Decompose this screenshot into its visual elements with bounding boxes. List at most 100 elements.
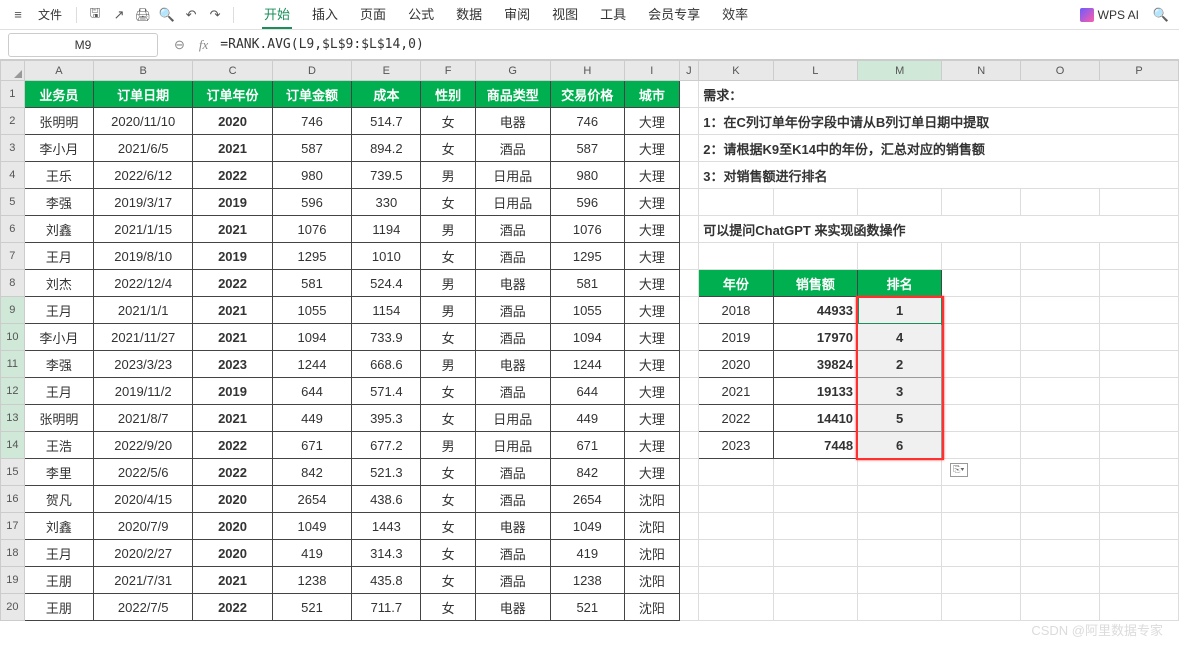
cell-D9[interactable]: 1055 [272,297,351,324]
col-header-G[interactable]: G [475,61,550,81]
cell-A17[interactable]: 刘鑫 [24,513,93,540]
cell-E8[interactable]: 524.4 [352,270,421,297]
cell-E14[interactable]: 677.2 [352,432,421,459]
cell-A14[interactable]: 王浩 [24,432,93,459]
cell-L7[interactable] [773,243,857,270]
cell-C9[interactable]: 2021 [193,297,272,324]
cell-K10[interactable]: 2019 [699,324,773,351]
cell-I18[interactable]: 沈阳 [625,540,679,567]
cell-I1[interactable]: 城市 [625,81,679,108]
cell-G8[interactable]: 电器 [475,270,550,297]
cell-F3[interactable]: 女 [421,135,475,162]
cell-E20[interactable]: 711.7 [352,594,421,621]
cell-F4[interactable]: 男 [421,162,475,189]
row-header-19[interactable]: 19 [1,567,25,594]
cell-J8[interactable] [679,270,699,297]
cell-B14[interactable]: 2022/9/20 [94,432,193,459]
cell-I15[interactable]: 大理 [625,459,679,486]
cell-I19[interactable]: 沈阳 [625,567,679,594]
cell-D10[interactable]: 1094 [272,324,351,351]
cell-F19[interactable]: 女 [421,567,475,594]
cell-E18[interactable]: 314.3 [352,540,421,567]
cell-L15[interactable] [773,459,857,486]
cell-K12[interactable]: 2021 [699,378,773,405]
cell-H20[interactable]: 521 [550,594,625,621]
tab-page[interactable]: 页面 [358,0,388,29]
cell-N10[interactable] [942,324,1021,351]
cell-K5[interactable] [699,189,773,216]
cell-K17[interactable] [699,513,773,540]
cell-K11[interactable]: 2020 [699,351,773,378]
row-header-1[interactable]: 1 [1,81,25,108]
cell-I5[interactable]: 大理 [625,189,679,216]
cell-G14[interactable]: 日用品 [475,432,550,459]
cell-D6[interactable]: 1076 [272,216,351,243]
cell-O8[interactable] [1021,270,1100,297]
cell-O11[interactable] [1021,351,1100,378]
col-header-F[interactable]: F [421,61,475,81]
tab-formula[interactable]: 公式 [406,0,436,29]
cell-M10[interactable]: 4 [858,324,942,351]
cell-M8[interactable]: 排名 [858,270,942,297]
cell-H7[interactable]: 1295 [550,243,625,270]
cell-N17[interactable] [942,513,1021,540]
cell-H4[interactable]: 980 [550,162,625,189]
redo-icon[interactable]: ↷ [205,5,225,25]
cell-P7[interactable] [1100,243,1179,270]
cell-A19[interactable]: 王朋 [24,567,93,594]
cell-I13[interactable]: 大理 [625,405,679,432]
cell-A16[interactable]: 贺凡 [24,486,93,513]
tab-insert[interactable]: 插入 [310,0,340,29]
cell-K7[interactable] [699,243,773,270]
row-header-16[interactable]: 16 [1,486,25,513]
cell-D16[interactable]: 2654 [272,486,351,513]
cell-C2[interactable]: 2020 [193,108,272,135]
cell-E12[interactable]: 571.4 [352,378,421,405]
cell-D2[interactable]: 746 [272,108,351,135]
cell-E19[interactable]: 435.8 [352,567,421,594]
cancel-icon[interactable]: ⊖ [174,37,185,53]
cell-I4[interactable]: 大理 [625,162,679,189]
col-header-P[interactable]: P [1100,61,1179,81]
cell-O17[interactable] [1021,513,1100,540]
cell-C10[interactable]: 2021 [193,324,272,351]
cell-P10[interactable] [1100,324,1179,351]
cell-F7[interactable]: 女 [421,243,475,270]
cell-G16[interactable]: 酒品 [475,486,550,513]
cell-H15[interactable]: 842 [550,459,625,486]
search-icon[interactable]: 🔍 [1151,5,1171,25]
cell-G4[interactable]: 日用品 [475,162,550,189]
cell-J13[interactable] [679,405,699,432]
cell-C18[interactable]: 2020 [193,540,272,567]
row-header-3[interactable]: 3 [1,135,25,162]
wps-ai-button[interactable]: WPS AI [1080,8,1139,22]
cell-L8[interactable]: 销售额 [773,270,857,297]
row-header-10[interactable]: 10 [1,324,25,351]
cell-E10[interactable]: 733.9 [352,324,421,351]
cell-L11[interactable]: 39824 [773,351,857,378]
cell-J17[interactable] [679,513,699,540]
cell-C14[interactable]: 2022 [193,432,272,459]
cell-K20[interactable] [699,594,773,621]
cell-N5[interactable] [942,189,1021,216]
cell-I9[interactable]: 大理 [625,297,679,324]
cell-B4[interactable]: 2022/6/12 [94,162,193,189]
cell-K4[interactable]: 3：对销售额进行排名 [699,162,1179,189]
cell-B17[interactable]: 2020/7/9 [94,513,193,540]
cell-B19[interactable]: 2021/7/31 [94,567,193,594]
cell-J14[interactable] [679,432,699,459]
cell-F9[interactable]: 男 [421,297,475,324]
cell-D11[interactable]: 1244 [272,351,351,378]
cell-L17[interactable] [773,513,857,540]
cell-O10[interactable] [1021,324,1100,351]
cell-C20[interactable]: 2022 [193,594,272,621]
cell-O14[interactable] [1021,432,1100,459]
cell-O13[interactable] [1021,405,1100,432]
cell-K8[interactable]: 年份 [699,270,773,297]
col-header-L[interactable]: L [773,61,857,81]
preview-icon[interactable]: 🔍 [157,5,177,25]
cell-H10[interactable]: 1094 [550,324,625,351]
cell-K6[interactable]: 可以提问ChatGPT 来实现函数操作 [699,216,1179,243]
cell-A2[interactable]: 张明明 [24,108,93,135]
cell-C4[interactable]: 2022 [193,162,272,189]
